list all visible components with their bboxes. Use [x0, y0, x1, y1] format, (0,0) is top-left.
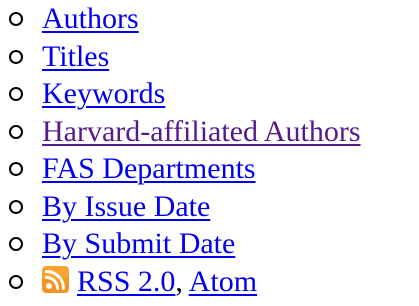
- rss-icon[interactable]: [42, 265, 69, 293]
- atom-link[interactable]: Atom: [189, 265, 257, 298]
- list-item-authors: Authors: [0, 0, 361, 38]
- bullet-icon: [9, 162, 23, 176]
- bullet-icon: [9, 124, 23, 139]
- list-item-titles: Titles: [0, 38, 361, 76]
- list-item-by-submit-date: By Submit Date: [0, 225, 361, 263]
- titles-link[interactable]: Titles: [42, 40, 109, 73]
- fas-departments-link[interactable]: FAS Departments: [42, 152, 256, 185]
- bullet-icon: [9, 274, 23, 289]
- harvard-affiliated-authors-link[interactable]: Harvard-affiliated Authors: [42, 115, 361, 148]
- browse-list: Authors Titles Keywords Harvard-affiliat…: [0, 0, 361, 300]
- list-item-feeds: RSS 2.0, Atom: [0, 263, 361, 301]
- rss-2-0-link[interactable]: RSS 2.0: [77, 265, 175, 298]
- list-item-by-issue-date: By Issue Date: [0, 188, 361, 226]
- keywords-link[interactable]: Keywords: [42, 77, 165, 110]
- bullet-icon: [9, 87, 23, 101]
- by-issue-date-link[interactable]: By Issue Date: [42, 190, 210, 223]
- list-item-fas-departments: FAS Departments: [0, 150, 361, 188]
- feed-separator: ,: [175, 264, 183, 298]
- list-item-harvard-affiliated-authors: Harvard-affiliated Authors: [0, 113, 361, 151]
- by-submit-date-link[interactable]: By Submit Date: [42, 227, 235, 260]
- authors-link[interactable]: Authors: [42, 2, 139, 35]
- bullet-icon: [9, 237, 23, 251]
- bullet-icon: [9, 12, 23, 26]
- bullet-icon: [9, 199, 23, 214]
- list-item-keywords: Keywords: [0, 75, 361, 113]
- bullet-icon: [9, 49, 23, 64]
